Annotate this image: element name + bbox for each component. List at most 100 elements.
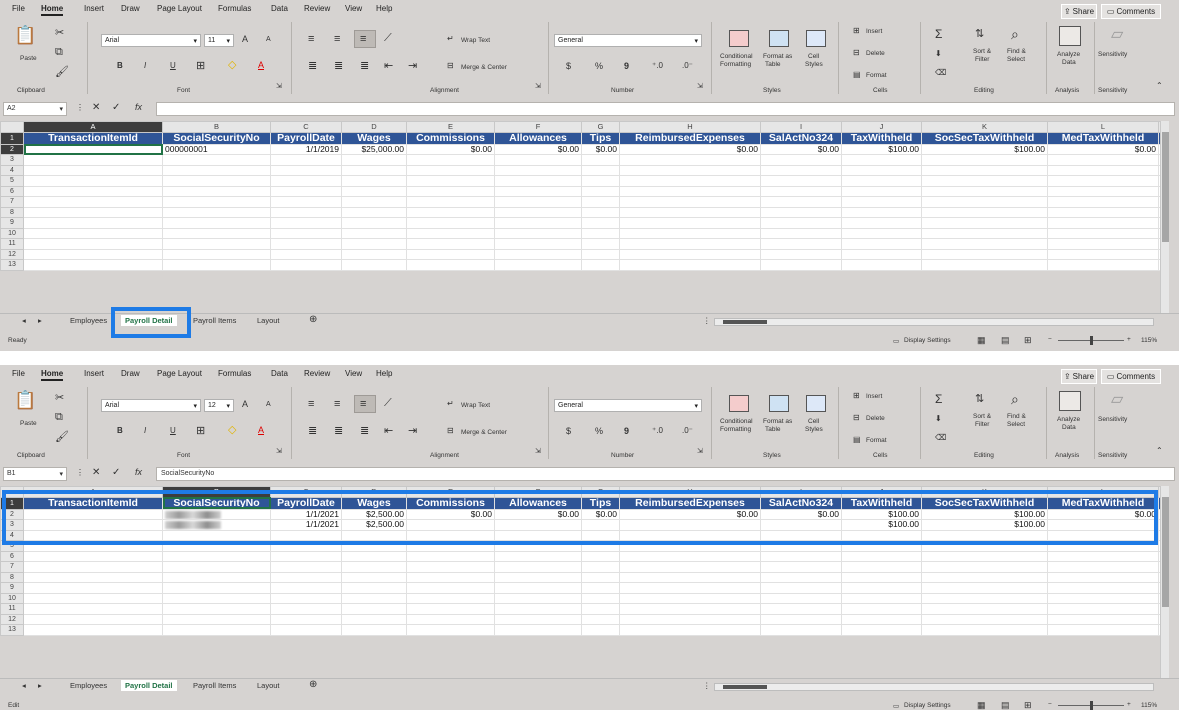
share-button[interactable]: ⇪ Share xyxy=(1061,4,1097,19)
cell[interactable] xyxy=(921,206,1048,218)
cell[interactable] xyxy=(270,185,342,197)
column-header-f[interactable]: F xyxy=(494,121,582,133)
sensitivity-button[interactable]: Sensitivity xyxy=(1098,51,1127,58)
row-header[interactable]: 5 xyxy=(0,175,24,187)
cell[interactable] xyxy=(341,227,407,239)
vertical-scrollbar[interactable] xyxy=(1160,121,1169,313)
tab-help[interactable]: Help xyxy=(376,4,392,13)
number-format-combo[interactable]: General ▾ xyxy=(554,399,702,412)
header-cell[interactable]: Tips xyxy=(581,131,620,145)
cell[interactable] xyxy=(841,154,922,166)
collapse-ribbon-icon[interactable]: ⌃ xyxy=(1156,82,1163,90)
enter-icon[interactable]: ✓ xyxy=(112,103,120,113)
cell[interactable] xyxy=(619,206,761,218)
cell[interactable]: $0.00 xyxy=(494,508,582,520)
cell[interactable] xyxy=(760,175,842,187)
more-options-icon[interactable]: ⋮ xyxy=(76,104,84,112)
cell[interactable] xyxy=(406,227,495,239)
cell[interactable] xyxy=(406,238,495,250)
row-header[interactable]: 6 xyxy=(0,550,24,562)
cell[interactable] xyxy=(494,164,582,176)
autosum-button[interactable]: Σ xyxy=(935,28,942,40)
header-cell[interactable]: Wages xyxy=(341,496,407,510)
cell[interactable] xyxy=(406,582,495,594)
cell[interactable] xyxy=(494,175,582,187)
cell[interactable] xyxy=(619,248,761,260)
cell[interactable] xyxy=(406,196,495,208)
cell[interactable]: $0.00 xyxy=(406,143,495,155)
font-color-icon[interactable]: A xyxy=(258,426,264,435)
add-sheet-icon[interactable]: ⊕ xyxy=(309,679,317,690)
cell[interactable] xyxy=(841,540,922,552)
cell[interactable] xyxy=(921,154,1048,166)
column-header-h[interactable]: H xyxy=(619,486,761,498)
row-header[interactable]: 11 xyxy=(0,603,24,615)
cell[interactable] xyxy=(921,613,1048,625)
cell[interactable] xyxy=(341,164,407,176)
cell[interactable] xyxy=(162,248,271,260)
cell[interactable] xyxy=(921,238,1048,250)
align-center-icon[interactable]: ≣ xyxy=(334,61,343,72)
cell[interactable] xyxy=(23,624,163,636)
cell[interactable] xyxy=(162,259,271,271)
header-cell[interactable]: SocialSecurityNo xyxy=(162,496,271,510)
header-cell[interactable]: SalActNo324 xyxy=(760,496,842,510)
cell[interactable] xyxy=(162,613,271,625)
cell[interactable] xyxy=(619,196,761,208)
cell[interactable] xyxy=(581,540,620,552)
header-cell[interactable]: TransactionItemId xyxy=(23,496,163,510)
cell[interactable] xyxy=(270,217,342,229)
cancel-icon[interactable]: ✕ xyxy=(92,468,100,478)
page-break-view-icon[interactable]: ⊞ xyxy=(1024,700,1032,710)
tab-file[interactable]: File xyxy=(12,369,25,378)
cell[interactable] xyxy=(760,561,842,573)
cell[interactable] xyxy=(270,206,342,218)
cell[interactable] xyxy=(921,550,1048,562)
cell[interactable] xyxy=(619,550,761,562)
display-settings-icon[interactable]: ▭ xyxy=(893,337,899,345)
cut-icon[interactable]: ✂ xyxy=(55,393,64,404)
cut-icon[interactable]: ✂ xyxy=(55,28,64,39)
cell[interactable] xyxy=(619,561,761,573)
name-box[interactable]: A2 ▾ xyxy=(3,102,67,116)
cell[interactable] xyxy=(841,227,922,239)
cell[interactable] xyxy=(23,196,163,208)
wrap-text-icon[interactable]: ↵ xyxy=(447,35,454,43)
dialog-launcher-icon[interactable]: ⇲ xyxy=(535,83,541,90)
cell[interactable] xyxy=(619,613,761,625)
cell[interactable] xyxy=(581,519,620,531)
number-format-combo[interactable]: General ▾ xyxy=(554,34,702,47)
cell[interactable] xyxy=(23,238,163,250)
cell[interactable] xyxy=(581,561,620,573)
cell[interactable] xyxy=(162,164,271,176)
font-size-combo[interactable]: 11 ▾ xyxy=(204,34,234,47)
cell[interactable] xyxy=(1047,196,1159,208)
cell[interactable] xyxy=(581,185,620,197)
align-left-icon[interactable]: ≣ xyxy=(308,426,317,437)
header-cell[interactable]: MedTaxWithheld xyxy=(1047,131,1159,145)
insert-cells-button[interactable]: Insert xyxy=(866,28,882,35)
cell[interactable] xyxy=(23,154,163,166)
underline-button[interactable]: U xyxy=(170,62,176,70)
cell[interactable] xyxy=(581,217,620,229)
cell[interactable] xyxy=(581,550,620,562)
tab-insert[interactable]: Insert xyxy=(84,4,104,13)
find-select-icon[interactable]: ⌕ xyxy=(1011,392,1019,406)
row-header[interactable]: 5 xyxy=(0,540,24,552)
sort-filter-icon[interactable]: ⇅ xyxy=(975,29,984,40)
normal-view-icon[interactable]: ▦ xyxy=(977,700,986,710)
comments-button[interactable]: ▭ Comments xyxy=(1101,4,1161,19)
cell[interactable] xyxy=(1047,227,1159,239)
normal-view-icon[interactable]: ▦ xyxy=(977,335,986,346)
cell[interactable] xyxy=(406,217,495,229)
cell[interactable]: $25,000.00 xyxy=(341,143,407,155)
row-header[interactable]: 9 xyxy=(0,217,24,229)
header-cell[interactable]: ReimbursedExpenses xyxy=(619,496,761,510)
cell[interactable] xyxy=(619,540,761,552)
increase-indent-icon[interactable]: ⇥ xyxy=(408,426,417,437)
vertical-scrollbar[interactable] xyxy=(1160,486,1169,678)
cell[interactable] xyxy=(406,154,495,166)
cell[interactable] xyxy=(341,624,407,636)
cell-styles-icon[interactable] xyxy=(806,395,826,412)
cell[interactable] xyxy=(341,196,407,208)
